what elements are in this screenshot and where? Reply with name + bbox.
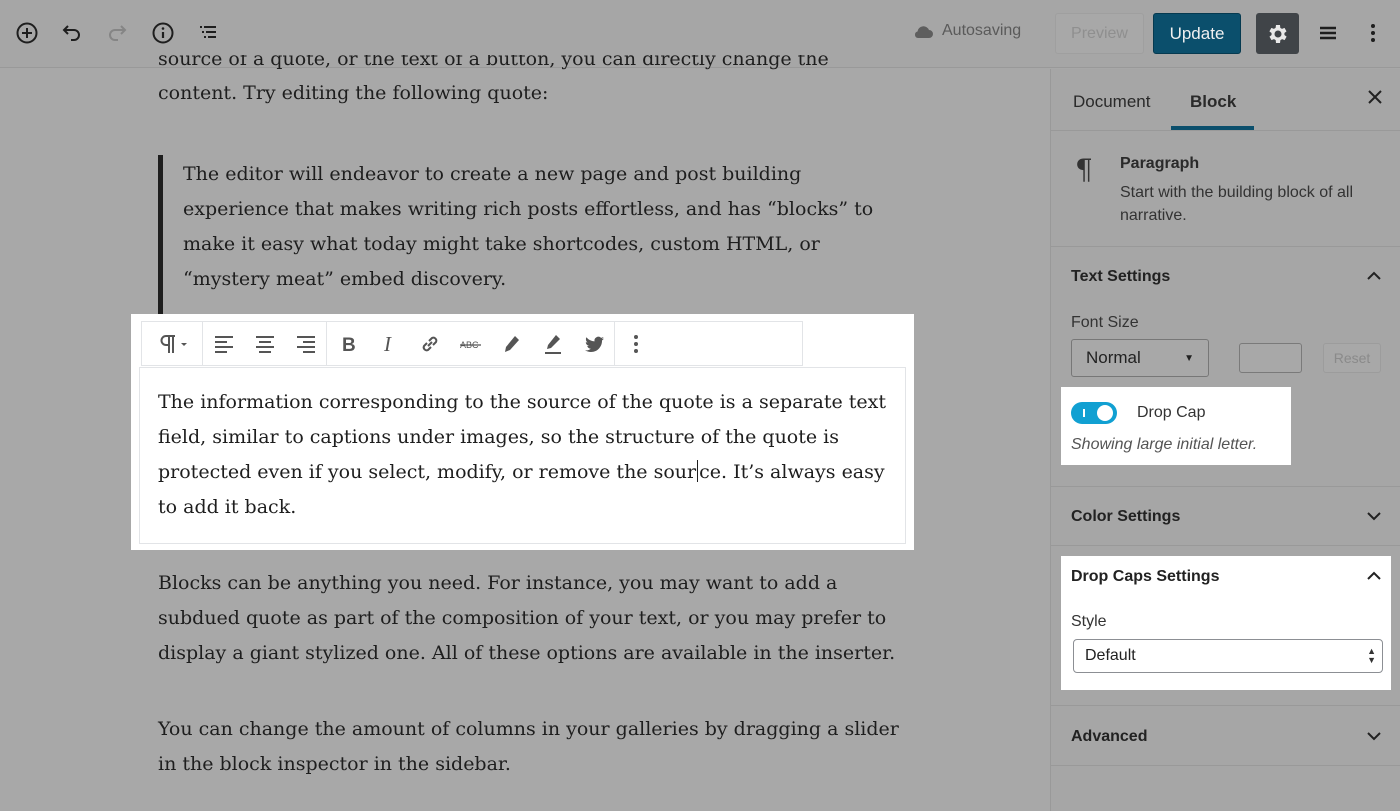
- redo-icon[interactable]: [100, 16, 134, 50]
- custom-font-size-input[interactable]: [1239, 343, 1302, 373]
- quote-text: The editor will endeavor to create a new…: [183, 163, 874, 290]
- paragraph-text: content. Try editing the following quote…: [158, 82, 549, 104]
- font-size-value: Normal: [1086, 348, 1141, 367]
- quote-block[interactable]: The editor will endeavor to create a new…: [158, 155, 878, 320]
- align-left-button[interactable]: [203, 322, 244, 365]
- reset-button[interactable]: Reset: [1323, 343, 1381, 373]
- align-right-icon: [296, 335, 315, 353]
- align-right-button[interactable]: [285, 322, 326, 365]
- kebab-icon: [633, 334, 638, 353]
- close-icon[interactable]: [1365, 87, 1385, 107]
- toggle-on-indicator: [1083, 409, 1085, 417]
- block-navigation-icon[interactable]: [191, 16, 225, 50]
- autosave-text: Autosaving: [942, 22, 1022, 39]
- paragraph-block[interactable]: source of a quote, or the text of a butt…: [158, 55, 898, 111]
- editor-canvas: source of a quote, or the text of a butt…: [0, 55, 1050, 811]
- select-arrows-icon: ▲ ▼: [1367, 646, 1376, 665]
- paragraph-text: source of a quote, or the text of a butt…: [158, 55, 829, 70]
- sidebar-tabs: Document Block: [1051, 69, 1400, 131]
- settings-sidebar: Document Block ¶ Paragraph Start with th…: [1050, 69, 1400, 811]
- drop-cap-label: Drop Cap: [1137, 404, 1206, 421]
- tab-block[interactable]: Block: [1190, 92, 1236, 112]
- toggle-knob: [1097, 405, 1113, 421]
- preview-button[interactable]: Preview: [1055, 13, 1144, 54]
- strikethrough-button[interactable]: ABC: [450, 322, 491, 365]
- twitter-icon: [584, 336, 604, 352]
- marker-icon: [544, 334, 561, 354]
- selected-block[interactable]: B I ABC The information corresponding to…: [131, 314, 914, 550]
- text-caret: [697, 460, 699, 482]
- block-title: Paragraph: [1120, 155, 1200, 172]
- block-card: ¶ Paragraph Start with the building bloc…: [1051, 131, 1400, 247]
- panel-divider: [1051, 486, 1400, 487]
- highlight-button[interactable]: [491, 322, 532, 365]
- settings-button[interactable]: [1256, 13, 1299, 54]
- color-settings-toggle[interactable]: Color Settings: [1071, 508, 1180, 526]
- font-size-label: Font Size: [1071, 314, 1139, 331]
- paragraph-block[interactable]: Blocks can be anything you need. For ins…: [158, 566, 918, 671]
- font-size-select[interactable]: Normal ▼: [1071, 339, 1209, 377]
- drop-cap-toggle[interactable]: [1071, 402, 1117, 424]
- panel-divider: [1051, 765, 1400, 766]
- bold-button[interactable]: B: [327, 322, 368, 365]
- marker-button[interactable]: [532, 322, 573, 365]
- strikethrough-icon: ABC: [459, 340, 481, 350]
- style-label: Style: [1071, 613, 1107, 630]
- drop-caps-settings-toggle[interactable]: Drop Caps Settings: [1071, 568, 1219, 586]
- drop-cap-help: Showing large initial letter.: [1071, 436, 1258, 453]
- chevron-down-icon[interactable]: [1364, 726, 1384, 746]
- bold-icon: B: [342, 335, 356, 355]
- undo-icon[interactable]: [55, 16, 89, 50]
- svg-text:I: I: [383, 333, 392, 355]
- italic-button[interactable]: I: [368, 322, 409, 365]
- info-icon[interactable]: [146, 16, 180, 50]
- tab-document[interactable]: Document: [1073, 92, 1150, 112]
- style-select[interactable]: Default ▲ ▼: [1073, 639, 1383, 673]
- pencil-icon: [504, 335, 519, 352]
- block-description: Start with the building block of all nar…: [1120, 184, 1354, 224]
- gear-icon: [1268, 24, 1287, 43]
- paragraph-text: Blocks can be anything you need. For ins…: [158, 572, 896, 664]
- paragraph-icon: ¶: [1075, 153, 1093, 186]
- tweet-button[interactable]: [573, 322, 614, 365]
- drop-cap-control: Drop Cap Showing large initial letter.: [1061, 387, 1291, 465]
- chevron-up-icon[interactable]: [1364, 566, 1384, 586]
- text-settings-toggle[interactable]: Text Settings: [1071, 268, 1170, 286]
- align-center-icon: [255, 335, 274, 353]
- paragraph-icon: [160, 334, 187, 353]
- panel-divider: [1051, 705, 1400, 706]
- caret-down-icon: ▼: [1184, 353, 1194, 364]
- align-center-button[interactable]: [244, 322, 285, 365]
- autosave-status: Autosaving: [912, 22, 1021, 40]
- cloud-icon: [914, 26, 933, 38]
- style-value: Default: [1085, 647, 1136, 664]
- advanced-toggle[interactable]: Advanced: [1071, 728, 1147, 746]
- add-block-icon[interactable]: [10, 16, 44, 50]
- more-tools-icon[interactable]: [1311, 16, 1345, 50]
- chevron-up-icon[interactable]: [1364, 266, 1384, 286]
- active-tab-indicator: [1171, 126, 1254, 130]
- update-button[interactable]: Update: [1153, 13, 1241, 54]
- align-left-icon: [214, 335, 233, 353]
- drop-caps-settings-panel: Drop Caps Settings Style Default ▲ ▼: [1061, 556, 1391, 690]
- block-type-switcher[interactable]: [142, 322, 202, 365]
- chevron-down-icon[interactable]: [1364, 506, 1384, 526]
- kebab-menu-icon[interactable]: [1356, 16, 1390, 50]
- panel-divider: [1051, 545, 1400, 546]
- paragraph-editable[interactable]: The information corresponding to the sou…: [139, 367, 906, 544]
- more-options-button[interactable]: [615, 322, 656, 365]
- link-button[interactable]: [409, 322, 450, 365]
- block-toolbar: B I ABC: [141, 321, 803, 366]
- svg-text:B: B: [342, 335, 356, 355]
- link-icon: [422, 336, 437, 351]
- italic-icon: I: [383, 333, 392, 355]
- paragraph-block[interactable]: You can change the amount of columns in …: [158, 712, 918, 782]
- paragraph-text: You can change the amount of columns in …: [158, 718, 899, 775]
